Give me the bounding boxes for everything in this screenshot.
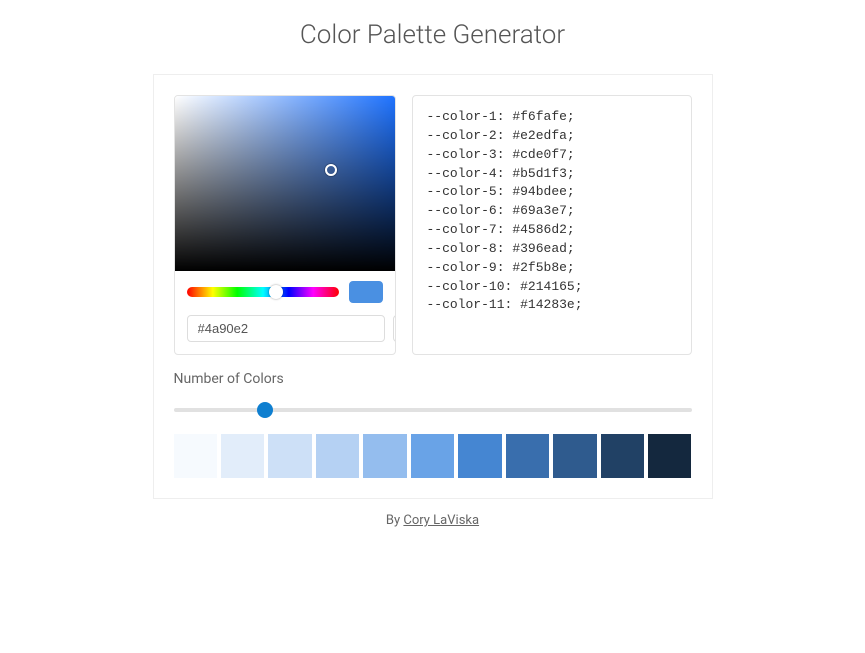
css-output: --color-1: #f6fafe; --color-2: #e2edfa; … [412, 95, 692, 355]
color-preview-swatch [349, 281, 383, 303]
swatches-row [174, 434, 692, 478]
slider-label: Number of Colors [174, 371, 692, 387]
format-toggle-button[interactable]: hex [393, 315, 396, 342]
saturation-value-canvas[interactable] [175, 96, 395, 271]
swatch[interactable] [601, 434, 644, 478]
picker-controls: hex [175, 271, 395, 354]
swatch[interactable] [411, 434, 454, 478]
slider-section: Number of Colors [174, 371, 692, 416]
hue-handle[interactable] [269, 285, 283, 299]
swatch[interactable] [174, 434, 217, 478]
sv-handle[interactable] [325, 164, 337, 176]
footer: By Cory LaViska [153, 513, 713, 528]
swatch[interactable] [268, 434, 311, 478]
swatch[interactable] [458, 434, 501, 478]
author-link[interactable]: Cory LaViska [403, 513, 479, 528]
hex-input-row: hex [187, 315, 383, 342]
swatch[interactable] [316, 434, 359, 478]
hue-slider[interactable] [187, 287, 339, 297]
swatch[interactable] [553, 434, 596, 478]
footer-prefix: By [386, 513, 403, 528]
page-title: Color Palette Generator [153, 20, 713, 50]
swatch[interactable] [506, 434, 549, 478]
top-row: hex --color-1: #f6fafe; --color-2: #e2ed… [174, 95, 692, 355]
hex-input[interactable] [187, 315, 385, 342]
swatch[interactable] [363, 434, 406, 478]
count-slider[interactable] [174, 408, 692, 412]
swatch[interactable] [221, 434, 264, 478]
main-panel: hex --color-1: #f6fafe; --color-2: #e2ed… [153, 74, 713, 499]
swatch[interactable] [648, 434, 691, 478]
hue-row [187, 281, 383, 303]
color-picker: hex [174, 95, 396, 355]
